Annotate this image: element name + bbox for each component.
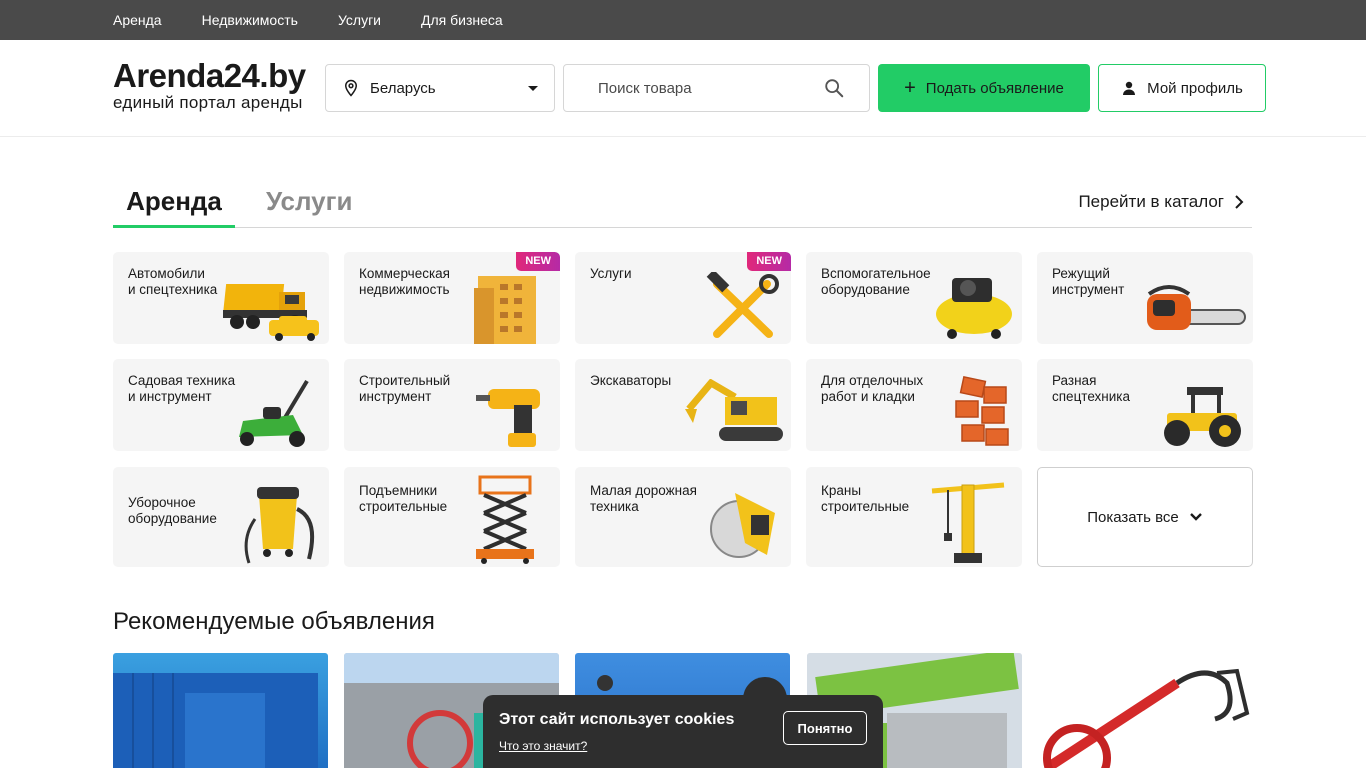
logo-title: Arenda24.by (113, 57, 306, 94)
chainsaw-icon (1147, 285, 1246, 330)
tower-crane-icon (931, 482, 1005, 563)
chevron-down-icon (1189, 513, 1202, 521)
hammer-wrench-icon (706, 272, 779, 338)
category-card-lifts[interactable]: Подъемники строительные (344, 467, 560, 567)
category-label: Разная спецтехника (1052, 373, 1131, 404)
building-icon (474, 276, 536, 344)
search-box (563, 64, 870, 112)
category-card-road-equipment[interactable]: Малая дорожная техника (575, 467, 791, 567)
cookie-title: Этот сайт использует cookies (499, 711, 735, 728)
catalog-link[interactable]: Перейти в каталог (1078, 192, 1244, 212)
category-label: Услуги (590, 266, 632, 281)
dump-truck-icon (223, 284, 319, 341)
category-tabs: Аренда Услуги Перейти в каталог (113, 180, 1252, 228)
listing-thumbnail[interactable] (113, 653, 328, 768)
category-card-construction-tools[interactable]: Строительный инструмент (344, 359, 560, 451)
user-icon (1123, 81, 1136, 95)
category-label: Малая дорожная техника (590, 483, 697, 514)
category-card-finishing[interactable]: Для отделочных работ и кладки (806, 359, 1022, 451)
cookie-banner: Этот сайт использует cookies Что это зна… (483, 695, 883, 768)
category-card-misc-machinery[interactable]: Разная спецтехника (1037, 359, 1253, 451)
category-card-services[interactable]: Услуги NEW (575, 252, 791, 344)
category-label: Вспомогательное оборудование (821, 266, 931, 297)
category-label: Коммерческая недвижимость (359, 266, 450, 297)
category-card-auxiliary[interactable]: Вспомогательное оборудование (806, 252, 1022, 344)
listing-thumbnail[interactable] (1037, 653, 1252, 768)
post-ad-button[interactable]: + Подать объявление (878, 64, 1090, 112)
container-image (113, 673, 318, 768)
catalog-link-label: Перейти в каталог (1078, 192, 1224, 211)
logo[interactable]: Arenda24.by единый портал аренды (113, 58, 306, 112)
profile-button[interactable]: Мой профиль (1098, 64, 1266, 112)
region-select[interactable]: Беларусь (325, 64, 555, 112)
category-label: Краны строительные (821, 483, 910, 514)
cookie-accept-button[interactable]: Понятно (783, 711, 867, 745)
vacuum-icon (244, 487, 314, 564)
category-label: Уборочное оборудование (128, 495, 217, 526)
lawnmower-icon (239, 379, 309, 447)
scissor-lift-icon (476, 475, 534, 564)
category-card-excavators[interactable]: Экскаваторы (575, 359, 791, 451)
category-label: Строительный инструмент (359, 373, 451, 404)
location-pin-icon (344, 79, 358, 97)
region-value: Беларусь (370, 79, 436, 97)
cookie-info-link[interactable]: Что это значит? (499, 739, 587, 753)
header: Arenda24.by единый портал аренды Беларус… (0, 40, 1366, 137)
recommended-title: Рекомендуемые объявления (113, 608, 435, 635)
new-badge: NEW (747, 252, 791, 271)
top-nav-item-services[interactable]: Услуги (338, 12, 381, 28)
show-all-label: Показать все (1087, 508, 1179, 526)
search-input[interactable] (598, 79, 823, 97)
tab-services[interactable]: Услуги (266, 186, 352, 217)
top-nav-item-business[interactable]: Для бизнеса (421, 12, 503, 28)
category-label: Садовая техника и инструмент (128, 373, 236, 404)
road-saw-icon (710, 493, 775, 558)
category-card-garden[interactable]: Садовая техника и инструмент (113, 359, 329, 451)
plus-icon: + (904, 77, 916, 99)
logo-subtitle: единый портал аренды (113, 93, 303, 112)
top-nav-item-rent[interactable]: Аренда (113, 12, 162, 28)
compressor-icon (936, 278, 1012, 339)
wall-sander-image (1043, 668, 1250, 768)
tab-rent[interactable]: Аренда (113, 186, 235, 228)
chevron-down-icon (528, 85, 538, 91)
chevron-right-icon (1235, 195, 1244, 209)
category-card-commercial-realty[interactable]: Коммерческая недвижимость NEW (344, 252, 560, 344)
top-nav: Аренда Недвижимость Услуги Для бизнеса (0, 0, 1366, 40)
bricks-icon (955, 375, 1009, 446)
category-card-cutting[interactable]: Режущий инструмент (1037, 252, 1253, 344)
category-card-cleaning[interactable]: Уборочное оборудование (113, 467, 329, 567)
tractor-icon (1164, 387, 1241, 447)
search-icon[interactable] (823, 77, 845, 99)
category-card-cranes[interactable]: Краны строительные (806, 467, 1022, 567)
top-nav-item-realty[interactable]: Недвижимость (202, 12, 298, 28)
excavator-icon (685, 379, 783, 441)
category-label: Для отделочных работ и кладки (821, 373, 924, 404)
post-ad-label: Подать объявление (925, 79, 1064, 97)
category-label: Подъемники строительные (359, 483, 448, 514)
category-card-vehicles[interactable]: Автомобили и спецтехника (113, 252, 329, 344)
profile-label: Мой профиль (1147, 79, 1243, 97)
drill-icon (476, 389, 540, 447)
show-all-button[interactable]: Показать все (1037, 467, 1253, 567)
